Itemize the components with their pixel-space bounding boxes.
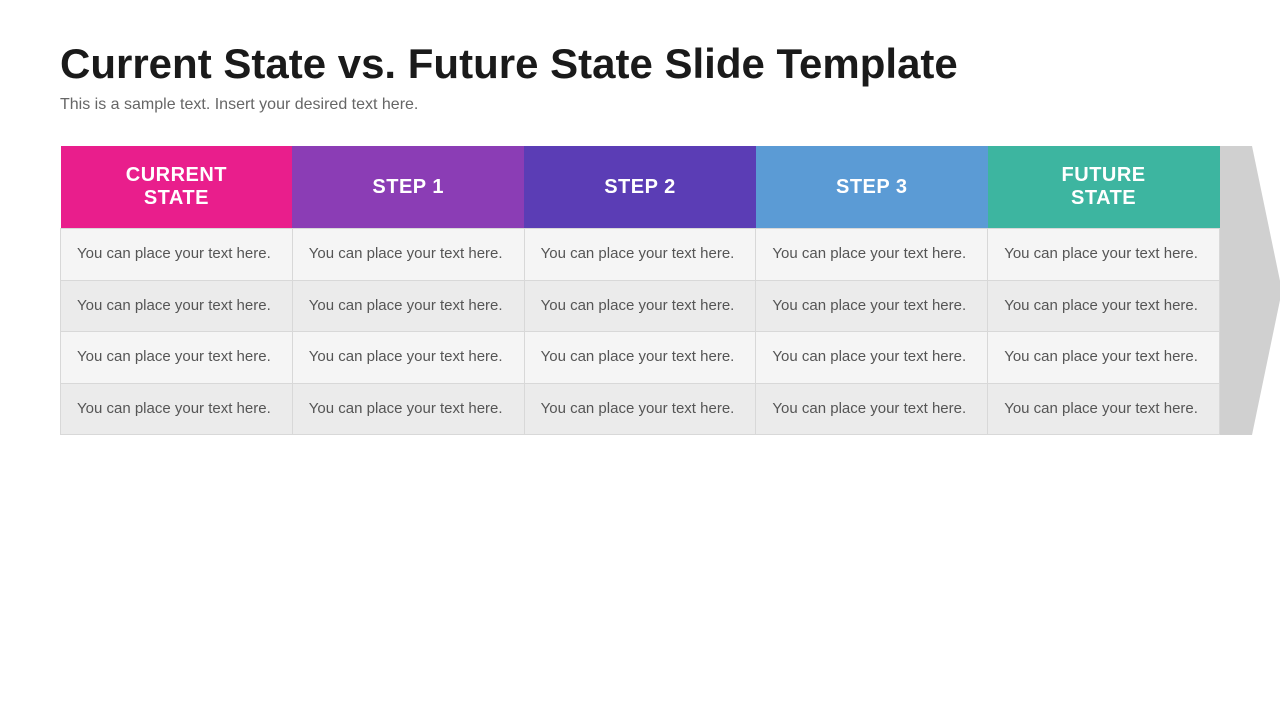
table-cell-future: You can place your text here. bbox=[988, 229, 1220, 281]
table-cell-future: You can place your text here. bbox=[988, 332, 1220, 384]
table-cell-future: You can place your text here. bbox=[988, 383, 1220, 435]
table-cell-current: You can place your text here. bbox=[61, 280, 293, 332]
table-cell-step2: You can place your text here. bbox=[524, 332, 756, 384]
table-cell-step1: You can place your text here. bbox=[292, 229, 524, 281]
col-header-step2: STEP 2 bbox=[524, 146, 756, 229]
table-cell-step3: You can place your text here. bbox=[756, 383, 988, 435]
state-table: CURRENTSTATESTEP 1STEP 2STEP 3FUTURESTAT… bbox=[60, 146, 1220, 435]
table-cell-step1: You can place your text here. bbox=[292, 383, 524, 435]
table-cell-current: You can place your text here. bbox=[61, 383, 293, 435]
table-cell-step1: You can place your text here. bbox=[292, 280, 524, 332]
table-cell-current: You can place your text here. bbox=[61, 229, 293, 281]
col-header-step1: STEP 1 bbox=[292, 146, 524, 229]
page-title: Current State vs. Future State Slide Tem… bbox=[60, 40, 1220, 88]
table-cell-step3: You can place your text here. bbox=[756, 280, 988, 332]
table-cell-step2: You can place your text here. bbox=[524, 280, 756, 332]
table-cell-step3: You can place your text here. bbox=[756, 229, 988, 281]
table-cell-step2: You can place your text here. bbox=[524, 229, 756, 281]
col-header-step3: STEP 3 bbox=[756, 146, 988, 229]
table-cell-step1: You can place your text here. bbox=[292, 332, 524, 384]
table-cell-future: You can place your text here. bbox=[988, 280, 1220, 332]
col-header-current: CURRENTSTATE bbox=[61, 146, 293, 229]
page-subtitle: This is a sample text. Insert your desir… bbox=[60, 96, 1220, 114]
table-row: You can place your text here.You can pla… bbox=[61, 383, 1220, 435]
table-section: CURRENTSTATESTEP 1STEP 2STEP 3FUTURESTAT… bbox=[60, 146, 1220, 435]
table-cell-step2: You can place your text here. bbox=[524, 383, 756, 435]
col-header-future: FUTURESTATE bbox=[988, 146, 1220, 229]
table-row: You can place your text here.You can pla… bbox=[61, 332, 1220, 384]
table-cell-current: You can place your text here. bbox=[61, 332, 293, 384]
table-row: You can place your text here.You can pla… bbox=[61, 229, 1220, 281]
table-cell-step3: You can place your text here. bbox=[756, 332, 988, 384]
table-row: You can place your text here.You can pla… bbox=[61, 280, 1220, 332]
